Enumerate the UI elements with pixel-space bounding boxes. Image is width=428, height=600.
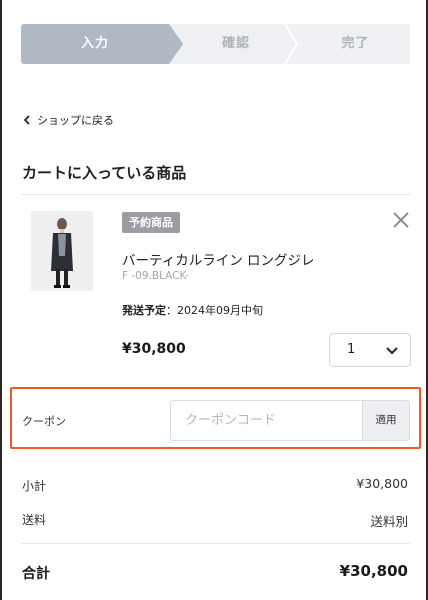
- cart-title: カートに入っている商品: [22, 164, 187, 182]
- divider: [21, 543, 410, 544]
- step-complete: 完了: [341, 36, 370, 51]
- coupon-label: クーポン: [22, 415, 66, 428]
- shipping-value: 送料別: [370, 514, 408, 529]
- cart-page: 入力 確認 完了 ショップに戻る カートに入っている商品 予約商品 バーティカル…: [2, 0, 426, 600]
- chevron-down-icon: [386, 347, 398, 355]
- shipping-schedule-value: ：2024年09月中旬: [166, 304, 263, 317]
- quantity-value: 1: [347, 342, 356, 357]
- shipping-schedule: 発送予定：2024年09月中旬: [122, 302, 263, 318]
- step-input: 入力: [21, 24, 169, 64]
- total-label: 合計: [22, 566, 50, 582]
- quantity-select[interactable]: 1: [329, 333, 411, 367]
- remove-item-icon[interactable]: [391, 210, 411, 230]
- preorder-badge: 予約商品: [122, 212, 180, 233]
- apply-coupon-button[interactable]: 適用: [362, 400, 410, 441]
- divider: [21, 194, 410, 195]
- back-to-shop-link[interactable]: ショップに戻る: [23, 111, 114, 129]
- checkout-stepper: 入力 確認 完了: [21, 24, 410, 64]
- shipping-label: 送料: [22, 513, 47, 527]
- product-photo-icon: [31, 211, 93, 291]
- product-image[interactable]: [31, 211, 93, 291]
- subtotal-label: 小計: [22, 479, 47, 493]
- back-link-label: ショップに戻る: [37, 114, 114, 127]
- chevron-left-icon: [23, 115, 30, 125]
- product-price: ¥30,800: [122, 341, 186, 357]
- product-variant: F -09.BLACK-: [122, 270, 190, 282]
- total-value: ¥30,800: [339, 562, 408, 580]
- coupon-code-input[interactable]: [170, 400, 363, 441]
- product-name[interactable]: バーティカルライン ロングジレ: [122, 249, 314, 269]
- shipping-schedule-label: 発送予定: [122, 304, 166, 317]
- step-confirm: 確認: [221, 36, 250, 51]
- subtotal-value: ¥30,800: [356, 476, 408, 491]
